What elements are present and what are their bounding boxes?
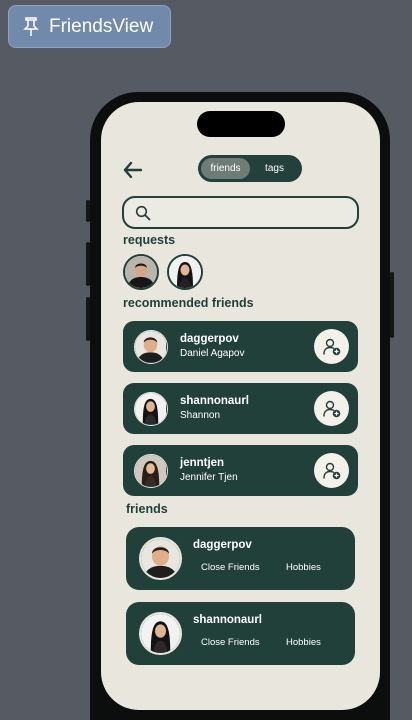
add-friend-button[interactable] <box>314 391 349 426</box>
add-friend-icon <box>322 462 340 479</box>
side-button <box>390 272 394 338</box>
friend-username: shannonaurl <box>180 395 250 407</box>
person-photo-avatar <box>141 539 180 578</box>
friend-avatar <box>134 454 168 488</box>
side-button <box>86 297 90 341</box>
add-friend-button[interactable] <box>314 453 349 488</box>
friend-fullname: Daniel Agapov <box>180 348 245 359</box>
recommended-friend-card[interactable]: jenntjen Jennifer Tjen <box>123 445 358 496</box>
search-input[interactable] <box>158 202 352 225</box>
friend-tag-hobbies[interactable]: Hobbies <box>286 637 321 648</box>
friend-fullname: Jennifer Tjen <box>180 472 238 483</box>
person-photo-avatar <box>169 256 201 288</box>
friend-username: daggerpov <box>193 539 252 551</box>
friend-avatar <box>134 330 168 364</box>
add-friend-icon <box>322 400 340 417</box>
person-photo-avatar <box>135 331 166 362</box>
recommended-friend-card[interactable]: shannonaurl Shannon <box>123 383 358 434</box>
person-photo-avatar <box>135 393 166 424</box>
back-button[interactable] <box>122 159 144 181</box>
person-photo-avatar <box>141 614 180 653</box>
dynamic-island <box>197 111 285 137</box>
phone-screen: friends tags requests recommended friend… <box>101 102 380 710</box>
friend-avatar <box>139 612 182 655</box>
add-friend-button[interactable] <box>314 329 349 364</box>
friend-card[interactable]: shannonaurl Close Friends Hobbies <box>126 602 355 665</box>
request-avatar[interactable] <box>123 254 159 290</box>
requests-title: requests <box>123 233 176 247</box>
side-button <box>86 200 90 222</box>
friend-username: shannonaurl <box>193 614 263 626</box>
view-switcher: friends tags <box>198 155 302 182</box>
side-button <box>86 242 90 286</box>
preview-label[interactable]: FriendsView <box>8 5 171 48</box>
arrow-left-icon <box>123 161 143 179</box>
friend-tag-close-friends[interactable]: Close Friends <box>201 562 260 573</box>
tab-friends[interactable]: friends <box>201 158 250 179</box>
request-avatar[interactable] <box>167 254 203 290</box>
friend-username: jenntjen <box>180 457 225 469</box>
search-icon <box>135 205 151 221</box>
search-bar[interactable] <box>122 196 359 229</box>
recommended-friend-card[interactable]: daggerpov Daniel Agapov <box>123 321 358 372</box>
add-friend-icon <box>322 338 340 355</box>
friend-tag-hobbies[interactable]: Hobbies <box>286 562 321 573</box>
tab-tags[interactable]: tags <box>250 158 299 179</box>
friend-fullname: Shannon <box>180 410 221 421</box>
pin-icon <box>23 16 39 37</box>
person-photo-avatar <box>125 256 157 288</box>
recommended-title: recommended friends <box>123 296 254 310</box>
friends-title: friends <box>126 502 168 516</box>
friend-tag-close-friends[interactable]: Close Friends <box>201 637 260 648</box>
preview-title: FriendsView <box>49 15 154 37</box>
friend-username: daggerpov <box>180 333 239 345</box>
friend-avatar <box>134 392 168 426</box>
person-photo-avatar <box>135 455 166 486</box>
friend-card[interactable]: daggerpov Close Friends Hobbies <box>126 527 355 590</box>
friend-avatar <box>139 537 182 580</box>
